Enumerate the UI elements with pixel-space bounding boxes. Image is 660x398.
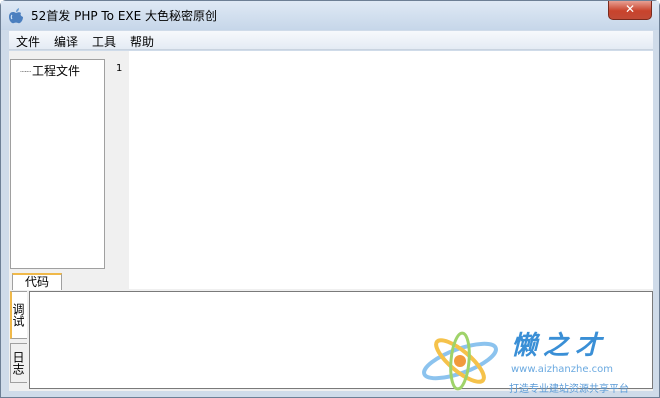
menu-help[interactable]: 帮助 bbox=[130, 33, 154, 50]
tab-code[interactable]: 代码 bbox=[12, 273, 62, 290]
tab-debug[interactable]: 调试 bbox=[10, 291, 27, 339]
app-logo-icon bbox=[9, 8, 23, 24]
line-number: 1 bbox=[116, 63, 123, 74]
log-output-panel[interactable] bbox=[29, 291, 653, 389]
editor-tab-strip: 代码 bbox=[9, 272, 105, 290]
client-area: ┈┈ 工程文件 1 代码 调试 日志 bbox=[9, 51, 653, 391]
tab-log[interactable]: 日志 bbox=[10, 343, 27, 383]
close-button[interactable]: ✕ bbox=[608, 1, 652, 20]
menu-file[interactable]: 文件 bbox=[16, 33, 40, 50]
title-bar[interactable]: 52首发 PHP To EXE 大色秘密原创 ✕ bbox=[1, 1, 659, 30]
log-area: 调试 日志 bbox=[9, 291, 653, 391]
app-window: 52首发 PHP To EXE 大色秘密原创 ✕ 文件 编译 工具 帮助 ┈┈ 工… bbox=[0, 0, 660, 398]
window-title: 52首发 PHP To EXE 大色秘密原创 bbox=[31, 9, 218, 23]
menu-compile[interactable]: 编译 bbox=[54, 33, 78, 50]
line-number-gutter: 1 bbox=[105, 51, 129, 289]
tree-root-label: 工程文件 bbox=[32, 64, 81, 78]
close-icon: ✕ bbox=[624, 2, 636, 16]
menu-tools[interactable]: 工具 bbox=[92, 33, 116, 50]
tree-connector: ┈┈ bbox=[20, 67, 31, 78]
code-editor[interactable] bbox=[129, 51, 653, 289]
tree-root-item[interactable]: ┈┈ 工程文件 bbox=[20, 62, 80, 79]
project-tree[interactable]: ┈┈ 工程文件 bbox=[10, 59, 105, 269]
menu-bar: 文件 编译 工具 帮助 bbox=[9, 31, 653, 50]
